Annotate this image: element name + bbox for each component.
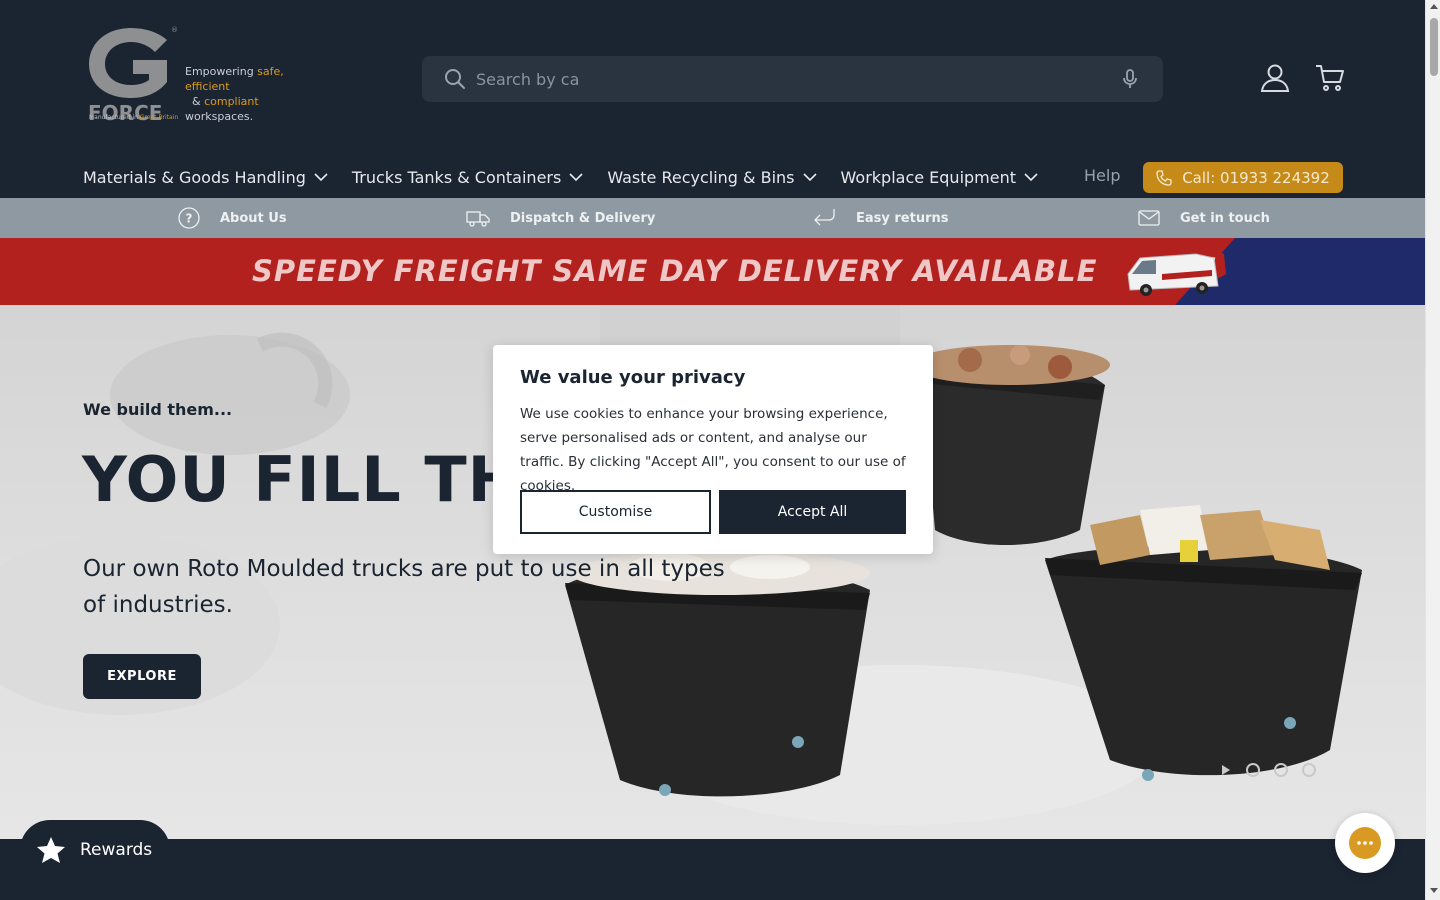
footer-band — [0, 839, 1425, 900]
promo-text: SPEEDY FREIGHT SAME DAY DELIVERY AVAILAB… — [252, 254, 1098, 288]
cookie-title: We value your privacy — [520, 367, 746, 388]
gforce-logo[interactable]: FORCE ® Empowering safe, efficient & com… — [85, 24, 325, 124]
scroll-up-arrow-icon[interactable] — [1430, 4, 1438, 9]
help-link[interactable]: Help — [1084, 166, 1120, 185]
delivery-van-image: S — [1127, 247, 1226, 296]
accept-all-button[interactable]: Accept All — [719, 490, 906, 534]
svg-text:?: ? — [186, 212, 193, 226]
gforce-logo-mark: FORCE ® — [88, 26, 177, 122]
strip-get-in-touch[interactable]: Get in touch — [1138, 198, 1270, 238]
strip-dispatch-delivery[interactable]: Dispatch & Delivery — [466, 198, 655, 238]
strip-label: About Us — [220, 210, 287, 226]
slider-dot[interactable] — [1302, 763, 1316, 777]
strip-label: Easy returns — [856, 210, 949, 226]
promo-banner[interactable]: SPEEDY FREIGHT SAME DAY DELIVERY AVAILAB… — [0, 238, 1425, 305]
main-nav: Materials & Goods Handling Trucks Tanks … — [83, 164, 1062, 190]
star-icon — [37, 837, 65, 863]
rewards-button[interactable]: Rewards — [20, 820, 170, 880]
hero-description: Our own Roto Moulded trucks are put to u… — [83, 556, 725, 618]
chevron-down-icon — [1024, 172, 1038, 181]
svg-text:®: ® — [171, 26, 177, 34]
account-icon[interactable] — [1259, 62, 1291, 94]
info-strip: ? About Us Dispatch & Delivery Easy retu… — [0, 198, 1425, 238]
cart-icon[interactable] — [1314, 62, 1346, 94]
call-button[interactable]: Call: 01933 224392 — [1143, 162, 1343, 193]
strip-about-us[interactable]: ? About Us — [178, 198, 287, 238]
logo-tagline: Empowering safe, efficient & compliant w… — [185, 65, 284, 123]
cookie-consent-dialog: We value your privacy We use cookies to … — [493, 345, 933, 554]
call-button-label: Call: 01933 224392 — [1182, 168, 1330, 187]
question-icon: ? — [178, 207, 200, 229]
slider-dots — [1218, 763, 1316, 777]
scroll-down-arrow-icon[interactable] — [1430, 888, 1438, 893]
play-icon[interactable] — [1218, 763, 1232, 777]
return-arrow-icon — [814, 209, 835, 226]
chat-bubble-icon — [1349, 827, 1381, 859]
search-icon[interactable] — [444, 68, 466, 90]
strip-label: Get in touch — [1180, 210, 1270, 226]
chevron-down-icon — [314, 172, 328, 181]
scroll-thumb[interactable] — [1430, 18, 1438, 76]
site-header: FORCE ® Empowering safe, efficient & com… — [0, 0, 1425, 198]
search-input[interactable] — [476, 56, 1096, 102]
slider-dot[interactable] — [1246, 763, 1260, 777]
chevron-down-icon — [569, 172, 583, 181]
logo-made-in: Manufactured in Great Britain — [89, 114, 179, 121]
phone-icon — [1156, 169, 1172, 186]
explore-button[interactable]: EXPLORE — [83, 654, 201, 699]
page-scrollbar[interactable] — [1425, 0, 1440, 900]
chat-widget-button[interactable] — [1335, 813, 1395, 873]
cookie-body: We use cookies to enhance your browsing … — [520, 406, 906, 494]
strip-label: Dispatch & Delivery — [510, 210, 656, 226]
nav-item-materials-goods-handling[interactable]: Materials & Goods Handling — [83, 164, 328, 190]
slider-dot[interactable] — [1274, 763, 1288, 777]
truck-icon — [466, 211, 490, 227]
nav-item-waste-recycling-bins[interactable]: Waste Recycling & Bins — [607, 164, 817, 190]
customise-button[interactable]: Customise — [520, 490, 711, 534]
nav-item-workplace-equipment[interactable]: Workplace Equipment — [841, 164, 1039, 190]
strip-easy-returns[interactable]: Easy returns — [812, 198, 949, 238]
hero-eyebrow: We build them... — [83, 400, 233, 419]
search-bar[interactable] — [422, 56, 1163, 102]
chevron-down-icon — [802, 172, 817, 181]
rewards-label: Rewards — [80, 840, 153, 860]
envelope-icon — [1138, 210, 1160, 226]
microphone-icon[interactable] — [1120, 68, 1140, 90]
nav-item-trucks-tanks-containers[interactable]: Trucks Tanks & Containers — [352, 164, 583, 190]
